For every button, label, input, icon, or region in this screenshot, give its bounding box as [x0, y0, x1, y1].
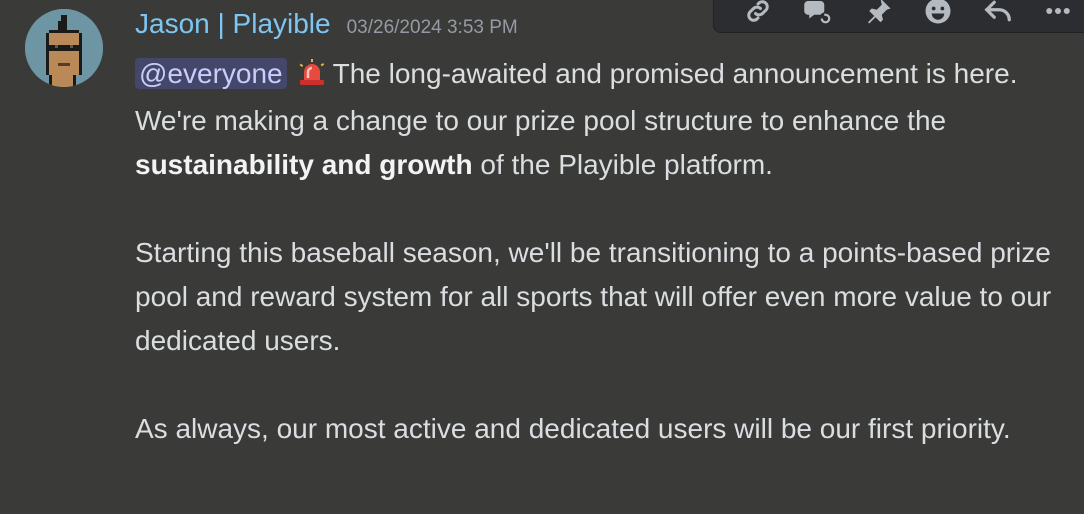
- everyone-mention[interactable]: @everyone: [135, 58, 287, 89]
- more-icon[interactable]: [1028, 0, 1084, 31]
- rotating-light-icon: [297, 55, 327, 99]
- author-username[interactable]: Jason | Playible: [135, 8, 331, 40]
- bold-text: sustainability and growth: [135, 149, 473, 180]
- chat-message: Jason | Playible 03/26/2024 3:53 PM @eve…: [0, 0, 1084, 514]
- paragraph-text: of the Playible platform.: [472, 149, 773, 180]
- message-paragraph: @everyone The long-awaited and promised a…: [135, 52, 1070, 187]
- message-paragraph: As always, our most active and dedicated…: [135, 413, 1011, 444]
- user-avatar[interactable]: [25, 9, 103, 87]
- reply-icon[interactable]: [968, 0, 1028, 31]
- pin-icon[interactable]: [848, 0, 908, 31]
- message-action-toolbar: [713, 0, 1084, 33]
- link-icon[interactable]: [728, 0, 788, 31]
- add-reaction-icon[interactable]: [908, 0, 968, 31]
- message-timestamp: 03/26/2024 3:53 PM: [346, 17, 518, 38]
- message-paragraph: Starting this baseball season, we'll be …: [135, 237, 1052, 356]
- message-content: @everyone The long-awaited and promised a…: [135, 52, 1070, 451]
- message-header: Jason | Playible 03/26/2024 3:53 PM: [135, 8, 518, 48]
- pixel-punk-avatar-icon: [25, 9, 103, 87]
- reply-thread-icon[interactable]: [788, 0, 848, 31]
